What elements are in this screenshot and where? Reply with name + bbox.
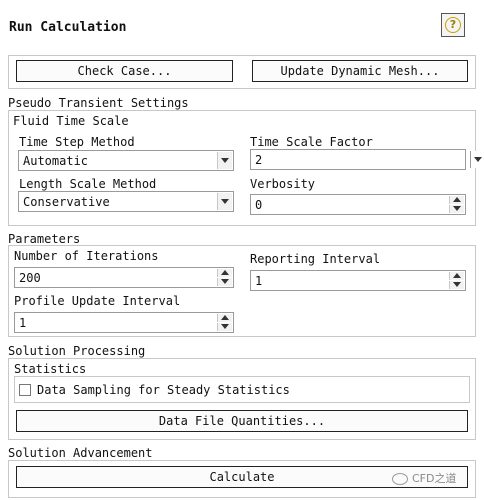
reporting-interval-label: Reporting Interval (250, 252, 381, 266)
watermark: CFD之道 (392, 470, 456, 486)
number-of-iterations-label: Number of Iterations (14, 249, 159, 263)
check-case-button[interactable]: Check Case... (16, 60, 233, 82)
data-file-quantities-button[interactable]: Data File Quantities... (16, 410, 468, 432)
reporting-interval-value[interactable]: 1 (255, 274, 262, 288)
parameters-section-title: Parameters (8, 232, 81, 246)
spin-down-icon[interactable] (449, 205, 464, 213)
verbosity-spinner[interactable]: 0 (250, 194, 466, 215)
statistics-title: Statistics (14, 362, 87, 376)
reporting-interval-spinner[interactable]: 1 (250, 270, 466, 291)
help-button[interactable]: ? (441, 13, 465, 37)
wechat-icon (392, 473, 408, 485)
spin-down-icon[interactable] (217, 278, 232, 286)
chevron-down-icon[interactable] (217, 152, 232, 169)
chevron-down-icon[interactable] (470, 151, 484, 168)
verbosity-label: Verbosity (250, 177, 316, 191)
profile-update-interval-label: Profile Update Interval (14, 294, 181, 308)
pseudo-transient-section-title: Pseudo Transient Settings (8, 96, 189, 110)
verbosity-value[interactable]: 0 (255, 198, 262, 212)
update-dynamic-mesh-button[interactable]: Update Dynamic Mesh... (252, 60, 468, 82)
data-sampling-label[interactable]: Data Sampling for Steady Statistics (37, 383, 290, 397)
spin-up-icon[interactable] (217, 269, 232, 277)
spin-up-icon[interactable] (449, 196, 464, 204)
fluid-time-scale-title: Fluid Time Scale (13, 114, 129, 128)
time-step-method-dropdown[interactable]: Automatic (18, 150, 234, 171)
chevron-down-icon[interactable] (217, 193, 232, 210)
spin-up-icon[interactable] (449, 272, 464, 280)
spin-up-icon[interactable] (217, 314, 232, 322)
time-step-method-label: Time Step Method (19, 135, 135, 149)
time-scale-factor-value[interactable]: 2 (255, 153, 262, 167)
length-scale-method-value: Conservative (23, 195, 110, 209)
time-step-method-value: Automatic (23, 154, 89, 168)
length-scale-method-label: Length Scale Method (19, 177, 157, 191)
spin-down-icon[interactable] (449, 281, 464, 289)
solution-processing-section-title: Solution Processing (8, 344, 146, 358)
number-of-iterations-value[interactable]: 200 (19, 271, 41, 285)
solution-advancement-section-title: Solution Advancement (8, 446, 153, 460)
profile-update-interval-value[interactable]: 1 (19, 316, 26, 330)
spin-down-icon[interactable] (217, 323, 232, 331)
data-sampling-checkbox[interactable] (19, 384, 31, 396)
watermark-text: CFD之道 (412, 472, 457, 485)
help-icon: ? (445, 17, 461, 33)
page-title: Run Calculation (9, 20, 127, 35)
number-of-iterations-spinner[interactable]: 200 (14, 267, 234, 288)
time-scale-factor-combo[interactable]: 2 (250, 149, 484, 170)
length-scale-method-dropdown[interactable]: Conservative (18, 191, 234, 212)
time-scale-factor-label: Time Scale Factor (250, 135, 373, 149)
profile-update-interval-spinner[interactable]: 1 (14, 312, 234, 333)
